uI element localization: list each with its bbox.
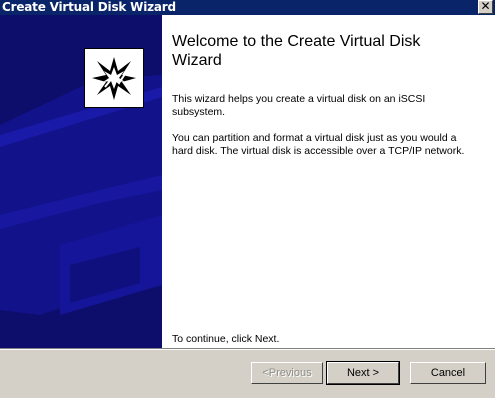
continue-instruction: To continue, click Next. — [172, 333, 280, 345]
wizard-logo — [84, 48, 144, 108]
page-title: Welcome to the Create Virtual Disk Wizar… — [172, 33, 421, 69]
description-text: This wizard helps you create a virtual d… — [172, 93, 426, 118]
previous-button[interactable]: <Previous — [251, 362, 323, 384]
close-icon: ✕ — [480, 0, 491, 13]
next-button[interactable]: Next > — [326, 361, 400, 385]
title-bar: Create Virtual Disk Wizard ✕ — [0, 0, 495, 15]
wizard-side-banner — [0, 15, 162, 348]
cancel-button[interactable]: Cancel — [410, 362, 486, 384]
details-text: You can partition and format a virtual d… — [172, 132, 465, 157]
window-title: Create Virtual Disk Wizard — [2, 0, 176, 14]
starburst-icon — [92, 57, 136, 100]
divider-highlight — [0, 349, 495, 350]
close-button[interactable]: ✕ — [478, 0, 493, 14]
